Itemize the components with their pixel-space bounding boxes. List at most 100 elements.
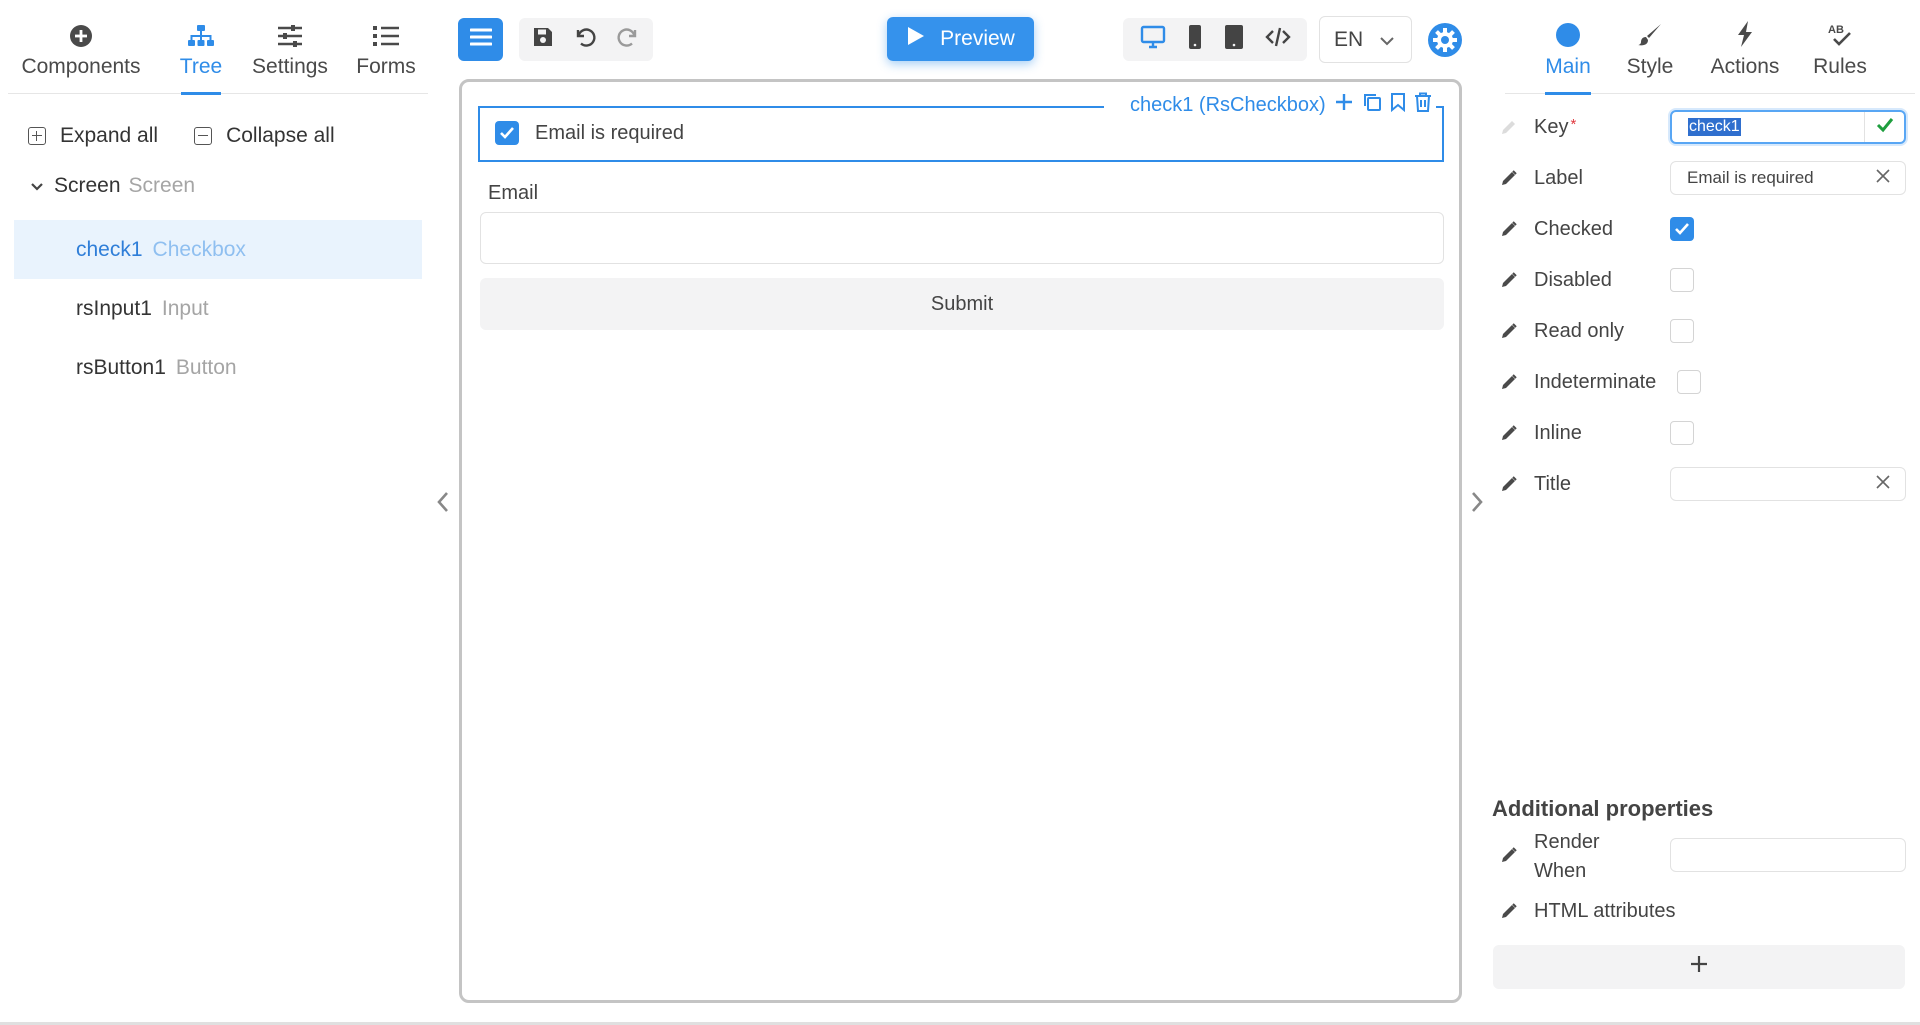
tab-settings[interactable]: Settings (245, 14, 335, 94)
submit-button[interactable]: Submit (480, 278, 1444, 330)
minus-square-icon (194, 127, 213, 145)
selected-component-frame[interactable]: check1 (RsCheckbox) Email is required (478, 92, 1444, 162)
svg-text:AB: AB (1828, 24, 1844, 36)
save-icon[interactable] (532, 26, 554, 54)
chevron-down-icon (1379, 28, 1395, 52)
pencil-icon-disabled (1500, 118, 1534, 136)
tree-node-name: Screen (54, 174, 121, 197)
undo-icon[interactable] (573, 25, 597, 55)
prop-row-title: Title (1500, 464, 1910, 504)
pencil-icon[interactable] (1500, 424, 1534, 442)
right-tab-bar: Main Style Actions AB Rules (1505, 14, 1915, 95)
left-tab-bar: Components Tree Settings Forms (8, 14, 428, 95)
label-input-value: Email is required (1687, 168, 1814, 187)
preview-button[interactable]: Preview (887, 17, 1034, 61)
tab-actions[interactable]: Actions (1703, 14, 1787, 94)
plus-icon (1689, 954, 1709, 980)
render-when-input[interactable] (1670, 838, 1906, 872)
key-input-value: check1 (1688, 118, 1741, 136)
expand-all-label: Expand all (60, 124, 159, 147)
additional-properties-title: Additional properties (1492, 796, 1714, 821)
tree-item-rsbutton1[interactable]: rsButton1 Button (14, 338, 422, 397)
tab-style[interactable]: Style (1617, 14, 1683, 94)
tree-node-type: Button (175, 355, 237, 379)
tab-label: Settings (252, 55, 328, 78)
label-input[interactable]: Email is required (1670, 161, 1906, 195)
language-select[interactable]: EN (1319, 16, 1412, 63)
checked-checkbox[interactable] (1670, 217, 1694, 241)
key-label: Key (1534, 115, 1569, 138)
prop-row-disabled: Disabled (1500, 260, 1910, 300)
plus-square-icon (28, 127, 46, 145)
list-icon (372, 14, 400, 48)
checkbox-field[interactable]: Email is required (495, 121, 684, 145)
bolt-icon (1735, 14, 1755, 48)
clear-icon[interactable] (1875, 168, 1891, 189)
collapse-all-button[interactable]: Collapse all (194, 124, 335, 148)
pencil-icon[interactable] (1500, 846, 1518, 870)
disabled-checkbox[interactable] (1670, 268, 1694, 292)
prop-row-checked: Checked (1500, 209, 1910, 249)
pencil-icon[interactable] (1500, 475, 1534, 493)
pencil-icon[interactable] (1500, 220, 1534, 238)
mobile-icon[interactable] (1187, 24, 1203, 56)
pencil-icon[interactable] (1500, 169, 1534, 187)
tab-label: Components (21, 55, 141, 78)
trash-icon[interactable] (1414, 92, 1432, 118)
inline-checkbox[interactable] (1670, 421, 1694, 445)
settings-gear-button[interactable] (1427, 22, 1463, 58)
email-label: Email (488, 182, 539, 204)
key-input[interactable]: check1 (1670, 110, 1906, 144)
tab-label: Forms (356, 55, 416, 78)
pencil-icon[interactable] (1500, 902, 1534, 920)
tab-main[interactable]: Main (1535, 14, 1601, 95)
prop-row-html-attributes: HTML attributes (1500, 891, 1910, 931)
plus-icon[interactable] (1334, 92, 1354, 118)
prop-row-render-when: Render When (1500, 826, 1910, 886)
check-icon (1876, 117, 1894, 138)
code-icon[interactable] (1264, 26, 1291, 54)
menu-button[interactable] (458, 18, 503, 61)
brush-icon (1637, 14, 1663, 48)
prop-row-readonly: Read only (1500, 311, 1910, 351)
tree-node-name: rsInput1 (76, 296, 152, 320)
selected-component-name: check1 (RsCheckbox) (1130, 93, 1326, 116)
collapse-right-panel-icon[interactable] (1470, 490, 1484, 520)
tab-components[interactable]: Components (21, 14, 141, 94)
title-input[interactable] (1670, 467, 1906, 501)
tablet-icon[interactable] (1224, 24, 1244, 56)
frame-border (480, 106, 1104, 108)
readonly-checkbox[interactable] (1670, 319, 1694, 343)
tab-forms[interactable]: Forms (351, 14, 421, 94)
desktop-icon[interactable] (1140, 25, 1166, 55)
tree-item-check1[interactable]: check1 Checkbox (14, 220, 422, 279)
tree-item-rsinput1[interactable]: rsInput1 Input (14, 279, 422, 338)
email-input[interactable] (480, 212, 1444, 264)
clear-icon[interactable] (1875, 474, 1891, 495)
tree-root-screen[interactable]: Screen Screen (30, 174, 195, 198)
render-when-line1: Render (1534, 831, 1600, 853)
pencil-icon[interactable] (1500, 322, 1534, 340)
chevron-down-icon[interactable] (30, 174, 46, 198)
component-toolbar: check1 (RsCheckbox) (1126, 92, 1436, 118)
tab-rules[interactable]: AB Rules (1805, 14, 1875, 94)
confirm-button[interactable] (1864, 112, 1904, 142)
tab-tree[interactable]: Tree (166, 14, 236, 95)
sliders-icon (276, 14, 304, 48)
expand-all-button[interactable]: Expand all (28, 124, 158, 148)
add-attribute-button[interactable] (1493, 945, 1905, 989)
design-canvas[interactable]: check1 (RsCheckbox) Email is required Em… (459, 79, 1462, 1003)
indeterminate-checkbox[interactable] (1677, 370, 1701, 394)
language-value: EN (1334, 27, 1364, 51)
pencil-icon[interactable] (1500, 271, 1534, 289)
pencil-icon[interactable] (1500, 373, 1534, 391)
circle-icon (1555, 14, 1581, 48)
tree-node-name: rsButton1 (76, 355, 166, 379)
bookmark-icon[interactable] (1390, 92, 1406, 118)
checkbox-checked[interactable] (495, 121, 519, 145)
collapse-all-label: Collapse all (226, 124, 335, 147)
copy-icon[interactable] (1362, 92, 1382, 118)
redo-icon[interactable] (616, 25, 640, 55)
html-attributes-label: HTML attributes (1534, 899, 1676, 922)
collapse-left-panel-icon[interactable] (436, 490, 450, 520)
